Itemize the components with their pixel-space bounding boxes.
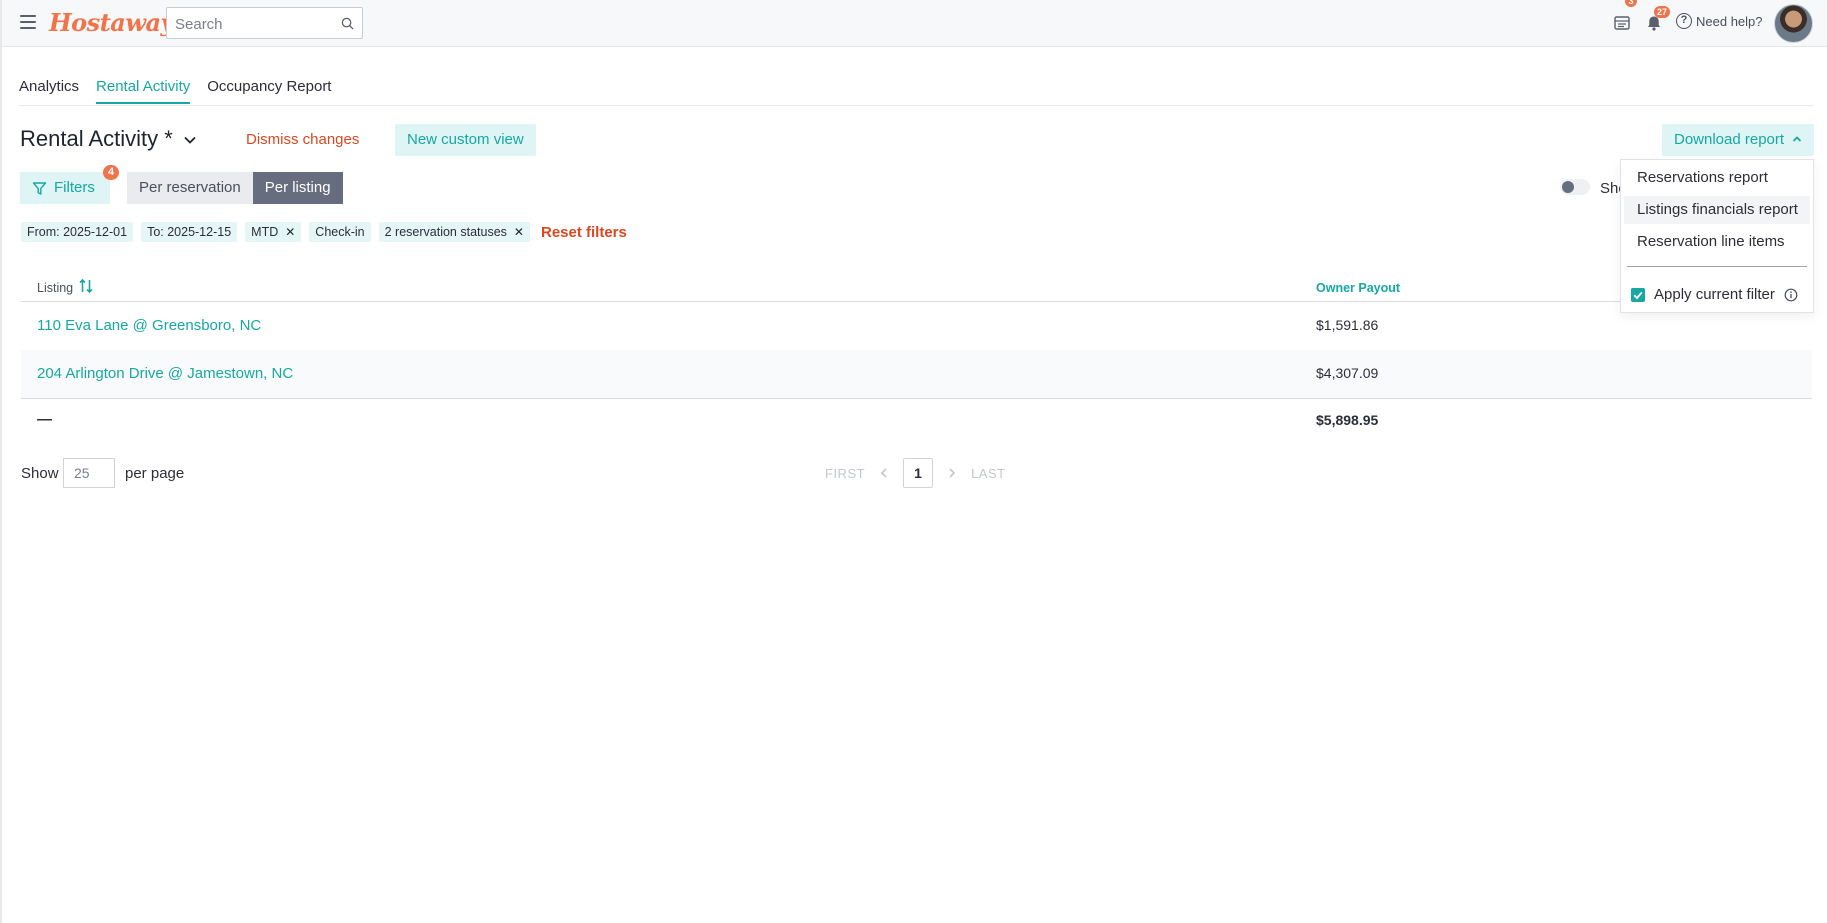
chip-label: To: 2025-12-15 bbox=[147, 225, 232, 239]
funnel-icon bbox=[32, 181, 47, 195]
download-report-button[interactable]: Download report bbox=[1662, 124, 1814, 156]
calendar-badge: 3 bbox=[1625, 0, 1637, 7]
download-report-menu: Reservations report Listings financials … bbox=[1620, 159, 1814, 313]
menu-divider bbox=[1627, 266, 1807, 267]
menu-item-reservation-line-items[interactable]: Reservation line items bbox=[1624, 228, 1810, 256]
search-box bbox=[166, 7, 363, 39]
calendar-icon[interactable] bbox=[1613, 14, 1631, 32]
per-page-label: per page bbox=[125, 465, 185, 482]
filter-chip-checkin[interactable]: Check-in bbox=[309, 222, 371, 242]
menu-item-reservations-report[interactable]: Reservations report bbox=[1624, 164, 1810, 192]
sort-icon[interactable] bbox=[78, 277, 94, 295]
tabs-divider bbox=[19, 105, 1814, 106]
chevron-up-icon bbox=[1793, 136, 1802, 142]
column-header-owner-payout[interactable]: Owner Payout bbox=[1316, 281, 1400, 295]
chip-label: MTD bbox=[251, 225, 279, 239]
user-avatar[interactable] bbox=[1774, 4, 1813, 43]
rental-activity-table: Listing Owner Payout 110 Eva Lane @ Gree… bbox=[21, 272, 1812, 442]
toggle-knob bbox=[1562, 181, 1574, 193]
menu-item-listings-financials-report[interactable]: Listings financials report bbox=[1624, 196, 1810, 224]
need-help-link[interactable]: ? Need help? bbox=[1676, 13, 1763, 29]
total-label: — bbox=[37, 411, 52, 428]
download-report-label: Download report bbox=[1674, 131, 1785, 148]
filters-label: Filters bbox=[54, 179, 95, 196]
owner-payout-value: $1,591.86 bbox=[1316, 317, 1379, 333]
search-icon[interactable] bbox=[341, 17, 354, 30]
question-icon: ? bbox=[1676, 13, 1692, 29]
per-page-input[interactable] bbox=[63, 458, 115, 488]
show-label: Show bbox=[21, 465, 59, 482]
chevron-down-icon[interactable] bbox=[183, 133, 197, 147]
chevron-left-icon[interactable] bbox=[879, 467, 889, 479]
table-total-row: — $5,898.95 bbox=[21, 398, 1812, 442]
show-toggle-label: Sho bbox=[1600, 180, 1620, 197]
filter-chip-to[interactable]: To: 2025-12-15 bbox=[141, 222, 238, 242]
apply-current-filter-label: Apply current filter bbox=[1654, 286, 1775, 303]
apply-current-filter-option[interactable]: Apply current filter bbox=[1631, 286, 1798, 303]
dismiss-changes-button[interactable]: Dismiss changes bbox=[246, 131, 359, 148]
chevron-right-icon[interactable] bbox=[947, 467, 957, 479]
need-help-label: Need help? bbox=[1696, 13, 1763, 29]
close-icon[interactable]: ✕ bbox=[514, 222, 524, 242]
grouping-segmented-control: Per reservation Per listing bbox=[127, 172, 343, 204]
table-row: 110 Eva Lane @ Greensboro, NC $1,591.86 bbox=[21, 302, 1812, 350]
listing-link[interactable]: 110 Eva Lane @ Greensboro, NC bbox=[37, 317, 261, 334]
search-input[interactable] bbox=[175, 14, 335, 34]
reset-filters-button[interactable]: Reset filters bbox=[541, 224, 627, 241]
page-title: Rental Activity * bbox=[20, 126, 173, 151]
total-owner-payout: $5,898.95 bbox=[1316, 412, 1379, 428]
listing-link[interactable]: 204 Arlington Drive @ Jamestown, NC bbox=[37, 365, 293, 382]
close-icon[interactable]: ✕ bbox=[285, 222, 295, 242]
hostaway-logo[interactable]: Hostaway bbox=[49, 8, 175, 37]
column-header-listing-label: Listing bbox=[37, 281, 74, 295]
hamburger-menu-icon[interactable] bbox=[20, 15, 36, 29]
view-selector[interactable]: Rental Activity * bbox=[20, 126, 197, 152]
active-filter-chips: From: 2025-12-01 To: 2025-12-15 MTD ✕ Che… bbox=[21, 222, 627, 242]
show-toggle[interactable] bbox=[1560, 179, 1590, 195]
notifications-badge: 27 bbox=[1654, 6, 1671, 18]
per-reservation-option[interactable]: Per reservation bbox=[127, 172, 253, 204]
current-page[interactable]: 1 bbox=[903, 458, 934, 488]
tab-rental-activity[interactable]: Rental Activity bbox=[96, 78, 191, 104]
filter-chip-mtd[interactable]: MTD ✕ bbox=[245, 222, 302, 242]
info-icon[interactable] bbox=[1784, 288, 1798, 302]
filters-count-badge: 4 bbox=[103, 165, 119, 180]
first-page-button[interactable]: FIRST bbox=[825, 466, 865, 481]
filter-chip-from[interactable]: From: 2025-12-01 bbox=[21, 222, 134, 242]
new-custom-view-button[interactable]: New custom view bbox=[395, 124, 536, 156]
filters-button[interactable]: Filters bbox=[20, 172, 110, 204]
column-header-listing[interactable]: Listing bbox=[37, 278, 94, 295]
table-header: Listing Owner Payout bbox=[21, 272, 1812, 302]
last-page-button[interactable]: LAST bbox=[971, 466, 1006, 481]
pagination: FIRST 1 LAST bbox=[825, 458, 1006, 488]
chip-label: From: 2025-12-01 bbox=[27, 225, 128, 239]
checkbox-checked-icon[interactable] bbox=[1631, 287, 1645, 302]
chip-label: 2 reservation statuses bbox=[384, 225, 507, 239]
table-row: 204 Arlington Drive @ Jamestown, NC $4,3… bbox=[21, 350, 1812, 398]
tab-analytics[interactable]: Analytics bbox=[19, 78, 79, 104]
per-listing-option[interactable]: Per listing bbox=[252, 172, 343, 204]
tab-occupancy-report[interactable]: Occupancy Report bbox=[207, 78, 331, 104]
top-bar: Hostaway 3 27 ? Need help? bbox=[2, 0, 1827, 47]
owner-payout-value: $4,307.09 bbox=[1316, 365, 1379, 381]
chip-label: Check-in bbox=[315, 225, 365, 239]
report-tabs: Analytics Rental Activity Occupancy Repo… bbox=[19, 78, 348, 104]
filter-chip-statuses[interactable]: 2 reservation statuses ✕ bbox=[378, 222, 530, 242]
